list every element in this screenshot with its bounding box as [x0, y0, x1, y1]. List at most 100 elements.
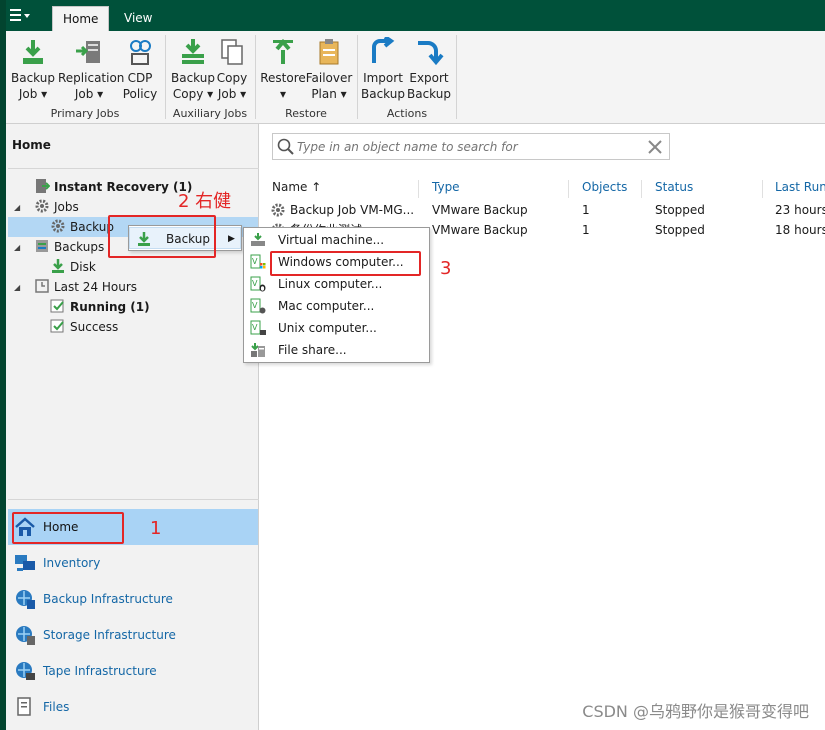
expand-caret-icon[interactable]: ◢ — [14, 283, 20, 292]
tree-item-backup[interactable]: Backup — [50, 217, 114, 237]
backup-job-button[interactable]: Backup Job ▾ — [6, 37, 60, 102]
submenu-arrow-icon: ▶ — [228, 234, 235, 244]
expand-caret-icon[interactable]: ◢ — [14, 203, 20, 212]
storage-infrastructure-icon — [16, 626, 35, 645]
column-header-status[interactable]: Status — [655, 180, 763, 198]
svg-text:V: V — [252, 257, 258, 266]
backups-icon — [36, 240, 48, 252]
nav-tape-infrastructure[interactable]: Tape Infrastructure — [8, 653, 258, 689]
group-label-primary-jobs: Primary Jobs — [50, 107, 120, 120]
cell-type: VMware Backup — [432, 223, 528, 237]
group-divider — [456, 35, 457, 119]
cell-last-run: 23 hours a — [775, 203, 825, 217]
export-backup-icon — [418, 41, 444, 66]
annotation-box-3 — [270, 251, 421, 276]
unix-agent-icon: V — [250, 320, 266, 335]
failover-plan-button[interactable]: Failover Plan ▾ — [304, 37, 354, 102]
expand-caret-icon[interactable]: ◢ — [14, 243, 20, 252]
nav-backup-infrastructure[interactable]: Backup Infrastructure — [8, 581, 258, 617]
gear-icon — [51, 219, 65, 233]
cdp-policy-icon — [130, 40, 151, 65]
column-header-last-run[interactable]: Last Run — [775, 180, 825, 198]
job-gear-icon — [271, 203, 285, 217]
cell-objects: 1 — [582, 223, 590, 237]
tree-item-instant-recovery[interactable]: Instant Recovery (1) — [34, 177, 192, 197]
history-icon — [35, 279, 49, 293]
tab-view[interactable]: View — [114, 6, 162, 31]
title-bar: Home View — [0, 0, 825, 31]
main-menu-button[interactable] — [8, 8, 40, 28]
group-label-actions: Actions — [386, 107, 428, 120]
cell-name: Backup Job VM-MG... — [290, 203, 415, 217]
nav-files[interactable]: Files — [8, 689, 258, 725]
svg-text:V: V — [252, 279, 258, 288]
cell-status: Stopped — [655, 203, 705, 217]
submenu-item-unix-computer[interactable]: V Unix computer... — [244, 317, 429, 339]
failover-plan-icon — [319, 39, 339, 65]
clear-search-icon[interactable] — [647, 139, 663, 155]
main-content: Name ↑ Type Objects Status Last Run Back… — [260, 124, 825, 730]
submenu-item-mac-computer[interactable]: V Mac computer... — [244, 295, 429, 317]
tree-item-disk[interactable]: Disk — [50, 257, 96, 277]
success-icon — [50, 319, 64, 333]
submenu-item-virtual-machine[interactable]: Virtual machine... — [244, 229, 429, 251]
tape-infrastructure-icon — [16, 662, 35, 680]
annotation-box-2 — [108, 215, 216, 258]
disk-backup-icon — [52, 259, 64, 273]
copy-job-icon — [221, 39, 243, 65]
tab-home[interactable]: Home — [52, 6, 110, 31]
pane-title: Home — [12, 138, 51, 152]
tree-item-running[interactable]: Running (1) — [50, 297, 150, 317]
watermark: CSDN @乌鸦野你是猴哥变得吧 — [582, 702, 809, 721]
running-icon — [50, 299, 64, 313]
search-icon — [277, 138, 294, 155]
import-backup-icon — [372, 37, 395, 63]
tree-item-jobs[interactable]: Jobs — [34, 197, 79, 217]
search-input[interactable] — [297, 138, 637, 156]
restore-button[interactable]: Restore ▾ — [258, 37, 308, 102]
column-header-type[interactable]: Type — [432, 180, 569, 198]
group-label-auxiliary-jobs: Auxiliary Jobs — [172, 107, 248, 120]
restore-icon — [273, 38, 293, 64]
ribbon: Backup Job ▾ Replication Job ▾ CDP Policy B… — [0, 31, 825, 124]
export-backup-button[interactable]: Export Backup — [402, 37, 456, 102]
hamburger-icon — [10, 9, 30, 21]
tree-item-success[interactable]: Success — [50, 317, 118, 337]
submenu-item-file-share[interactable]: File share... — [244, 339, 429, 361]
tree-item-last-24-hours[interactable]: Last 24 Hours — [34, 277, 137, 297]
annotation-label-3: 3 — [440, 258, 452, 279]
backup-infrastructure-icon — [16, 590, 35, 609]
files-icon — [17, 697, 31, 716]
cell-status: Stopped — [655, 223, 705, 237]
svg-text:V: V — [252, 301, 258, 310]
annotation-label-2: 2 右健 — [178, 191, 232, 212]
cell-objects: 1 — [582, 203, 590, 217]
windows-agent-icon: V — [250, 254, 266, 269]
inventory-icon — [15, 555, 35, 571]
cdp-policy-button[interactable]: CDP Policy — [116, 37, 164, 102]
annotation-box-1 — [12, 512, 124, 544]
file-share-icon — [251, 343, 265, 357]
backup-job-icon — [23, 40, 43, 64]
tree-item-backups[interactable]: Backups — [34, 237, 104, 257]
cell-type: VMware Backup — [432, 203, 528, 217]
copy-job-button[interactable]: Copy Job ▾ — [210, 37, 254, 102]
nav-inventory[interactable]: Inventory — [8, 545, 258, 581]
replication-job-icon — [76, 41, 100, 63]
group-label-restore: Restore — [285, 107, 327, 120]
column-header-name[interactable]: Name ↑ — [272, 180, 419, 198]
replication-job-button[interactable]: Replication Job ▾ — [58, 37, 124, 102]
divider — [8, 499, 259, 500]
instant-recovery-icon — [36, 179, 50, 193]
linux-agent-icon: V — [250, 276, 266, 292]
column-header-objects[interactable]: Objects — [582, 180, 642, 198]
mac-agent-icon: V — [250, 298, 266, 314]
search-box[interactable] — [272, 133, 670, 160]
divider — [8, 168, 259, 169]
backup-copy-icon — [182, 39, 204, 64]
cell-last-run: 18 hours a — [775, 223, 825, 237]
submenu-item-linux-computer[interactable]: V Linux computer... — [244, 273, 429, 295]
context-submenu: Virtual machine... V Windows computer...… — [243, 227, 430, 363]
nav-storage-infrastructure[interactable]: Storage Infrastructure — [8, 617, 258, 653]
gear-icon — [35, 199, 49, 213]
